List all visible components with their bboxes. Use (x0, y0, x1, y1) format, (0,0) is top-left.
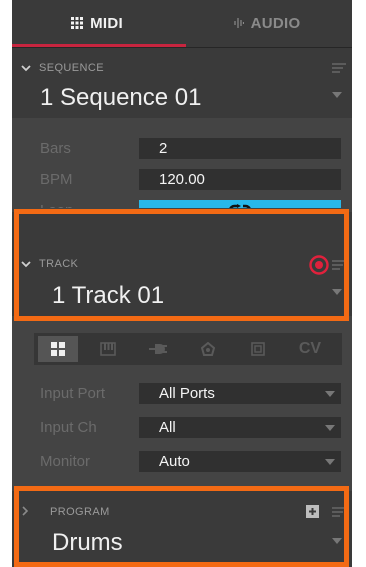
bars-row: Bars 2 (12, 138, 352, 160)
menu-icon[interactable] (332, 260, 346, 270)
bpm-value: 120.00 (159, 171, 205, 188)
keyboard-icon (100, 342, 116, 356)
sequence-settings: Bars 2 BPM 120.00 Loop (12, 118, 352, 221)
monitor-value: Auto (159, 453, 190, 470)
input-ch-label: Input Ch (40, 419, 97, 436)
input-port-select[interactable]: All Ports (139, 383, 341, 404)
dropdown-arrow-icon (325, 391, 335, 397)
tab-midi-label: MIDI (90, 14, 123, 32)
bpm-label: BPM (40, 171, 73, 188)
plus-icon[interactable] (306, 505, 319, 518)
tab-audio[interactable]: AUDIO (182, 0, 352, 46)
track-type-grid-button[interactable] (38, 336, 78, 362)
menu-icon[interactable] (332, 63, 346, 73)
track-type-keyboard-button[interactable] (88, 336, 128, 362)
monitor-label: Monitor (40, 453, 91, 470)
waveform-icon (233, 18, 244, 28)
dropdown-arrow-icon[interactable] (332, 92, 342, 98)
track-type-selector: CV (34, 333, 342, 365)
bars-value: 2 (159, 140, 168, 157)
track-type-drum-button[interactable] (188, 336, 228, 362)
monitor-row: Monitor Auto (12, 451, 352, 473)
input-port-label: Input Port (40, 385, 106, 402)
record-arm-icon[interactable] (309, 255, 329, 275)
tab-audio-label: AUDIO (250, 14, 301, 32)
dropdown-arrow-icon (325, 459, 335, 465)
chevron-down-icon[interactable] (21, 63, 31, 73)
track-type-square-button[interactable] (238, 336, 278, 362)
bpm-field[interactable]: 120.00 (139, 169, 341, 190)
input-ch-value: All (159, 419, 176, 436)
tab-midi[interactable]: MIDI (12, 0, 182, 46)
track-settings: CV Input Port All Ports Input Ch All Mon… (12, 316, 352, 486)
dropdown-arrow-icon[interactable] (332, 289, 342, 295)
sequence-section-label: SEQUENCE (39, 62, 104, 74)
program-header-content: PROGRAM Drums (12, 491, 352, 567)
sequence-name[interactable]: 1 Sequence 01 (40, 84, 201, 112)
track-header-content: TRACK 1 Track 01 (12, 212, 352, 316)
tab-bar: MIDI AUDIO (12, 0, 352, 48)
sequence-header[interactable]: SEQUENCE 1 Sequence 01 (12, 48, 352, 118)
dropdown-arrow-icon[interactable] (332, 538, 342, 544)
grid-icon (71, 17, 84, 29)
track-type-plugin-button[interactable] (138, 336, 178, 362)
square-icon (251, 342, 265, 356)
menu-icon[interactable] (332, 507, 346, 517)
input-port-value: All Ports (159, 385, 215, 402)
grid-icon (51, 342, 65, 356)
track-name[interactable]: 1 Track 01 (52, 282, 164, 310)
bars-label: Bars (40, 140, 71, 157)
track-section-label: TRACK (39, 258, 79, 270)
program-section-label: PROGRAM (50, 506, 110, 518)
bpm-row: BPM 120.00 (12, 169, 352, 191)
bars-field[interactable]: 2 (139, 138, 341, 159)
track-type-cv-button[interactable]: CV (290, 336, 330, 362)
drum-icon (201, 342, 215, 356)
monitor-select[interactable]: Auto (139, 451, 341, 472)
dropdown-arrow-icon (325, 425, 335, 431)
input-ch-select[interactable]: All (139, 417, 341, 438)
cv-label: CV (298, 340, 322, 357)
input-ch-row: Input Ch All (12, 417, 352, 439)
input-port-row: Input Port All Ports (12, 383, 352, 405)
plug-icon (149, 344, 167, 354)
program-name[interactable]: Drums (52, 529, 123, 557)
